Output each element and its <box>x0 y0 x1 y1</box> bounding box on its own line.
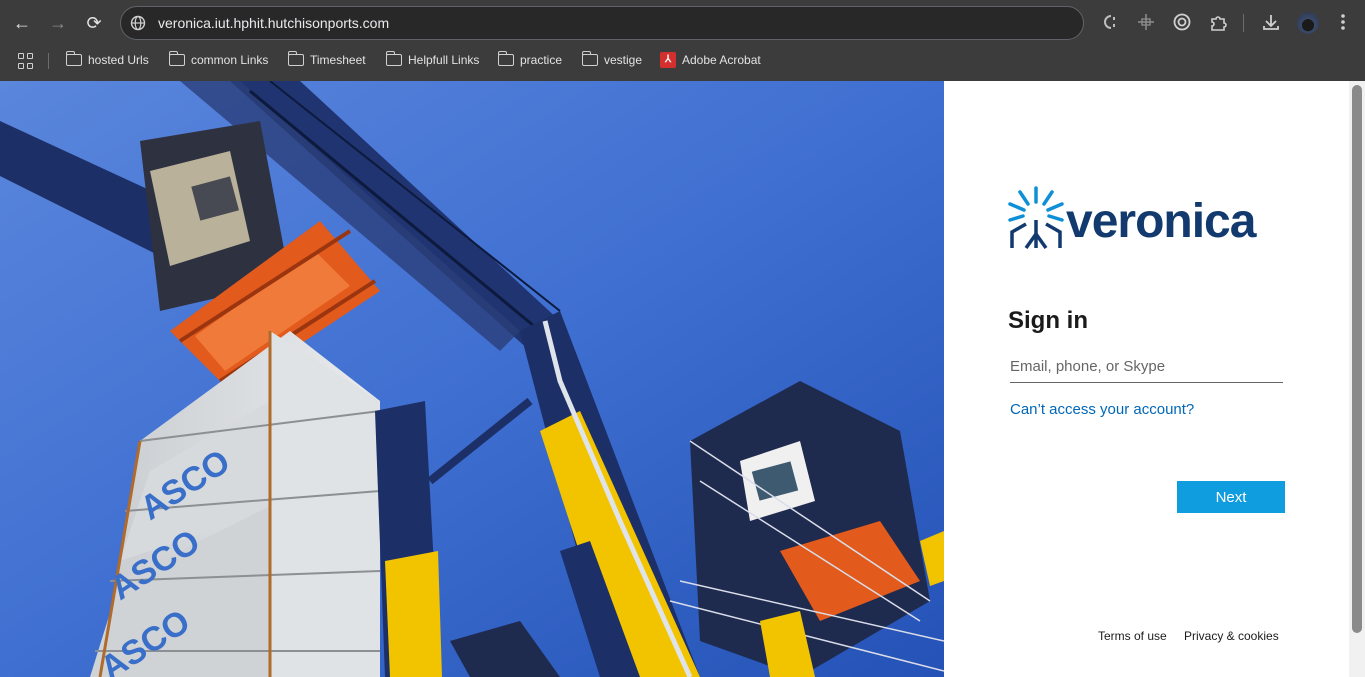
terms-of-use-link[interactable]: Terms of use <box>1098 629 1167 643</box>
reader-mode-icon[interactable] <box>1098 11 1120 33</box>
privacy-cookies-link[interactable]: Privacy & cookies <box>1184 629 1279 643</box>
bookmark-adobe-acrobat[interactable]: ⅄ Adobe Acrobat <box>658 49 761 71</box>
bookmark-label: common Links <box>191 53 269 67</box>
veronica-logo-icon <box>1008 186 1064 250</box>
cast-icon[interactable] <box>1135 11 1157 33</box>
reload-icon[interactable]: ⟳ <box>81 10 107 36</box>
email-input[interactable] <box>1010 351 1283 383</box>
folder-icon <box>497 51 514 66</box>
bookmark-label: vestige <box>604 53 643 67</box>
url-text[interactable]: veronica.iut.hphit.hutchisonports.com <box>158 7 389 40</box>
bookmark-timesheet[interactable]: Timesheet <box>286 49 366 71</box>
folder-icon <box>168 51 185 66</box>
pdf-icon: ⅄ <box>660 52 676 68</box>
brand-name: veronica <box>1066 195 1256 248</box>
folder-icon <box>385 51 402 66</box>
downloads-icon[interactable] <box>1260 11 1282 33</box>
browser-toolbar: ← → ⟳ veronica.iut.hphit.hutchisonports.… <box>0 0 1365 46</box>
bookmark-vestige[interactable]: vestige <box>580 49 642 71</box>
back-icon[interactable]: ← <box>9 10 35 36</box>
bookmark-label: practice <box>520 53 563 67</box>
screenshot-icon[interactable] <box>1171 11 1193 33</box>
folder-icon <box>287 51 304 66</box>
forward-icon[interactable]: → <box>45 10 71 36</box>
address-bar[interactable]: veronica.iut.hphit.hutchisonports.com <box>120 6 1084 40</box>
cant-access-link[interactable]: Can’t access your account? <box>1010 401 1194 418</box>
bookmark-label: Helpfull Links <box>408 53 480 67</box>
scrollbar-thumb[interactable] <box>1352 85 1362 633</box>
folder-icon <box>65 51 82 66</box>
page-title: Sign in <box>1008 307 1088 334</box>
menu-icon[interactable] <box>1332 11 1354 33</box>
bookmark-practice[interactable]: practice <box>496 49 562 71</box>
bookmark-common-links[interactable]: common Links <box>167 49 268 71</box>
page-scrollbar[interactable] <box>1349 81 1365 677</box>
bookmarks-divider <box>48 53 49 69</box>
apps-grid-icon[interactable] <box>18 53 34 69</box>
folder-icon <box>581 51 598 66</box>
signin-panel: veronica Sign in Can’t access your accou… <box>944 81 1349 677</box>
bookmark-label: Timesheet <box>310 53 366 67</box>
bookmark-label: hosted Urls <box>88 53 149 67</box>
toolbar-divider <box>1243 14 1244 32</box>
veronica-logo: veronica <box>1008 184 1268 250</box>
bookmark-hosted-urls[interactable]: hosted Urls <box>64 49 149 71</box>
page-viewport: ASCO ASCO ASCO veronica Sign in Email, p… <box>0 81 1365 677</box>
next-button[interactable]: Next <box>1177 481 1285 513</box>
profile-avatar[interactable] <box>1297 12 1319 34</box>
hero-crane-image: ASCO ASCO ASCO <box>0 81 944 677</box>
extensions-icon[interactable] <box>1207 11 1229 33</box>
site-info-icon[interactable] <box>130 15 146 31</box>
bookmark-label: Adobe Acrobat <box>682 53 761 67</box>
bookmark-helpfull-links[interactable]: Helpfull Links <box>384 49 479 71</box>
